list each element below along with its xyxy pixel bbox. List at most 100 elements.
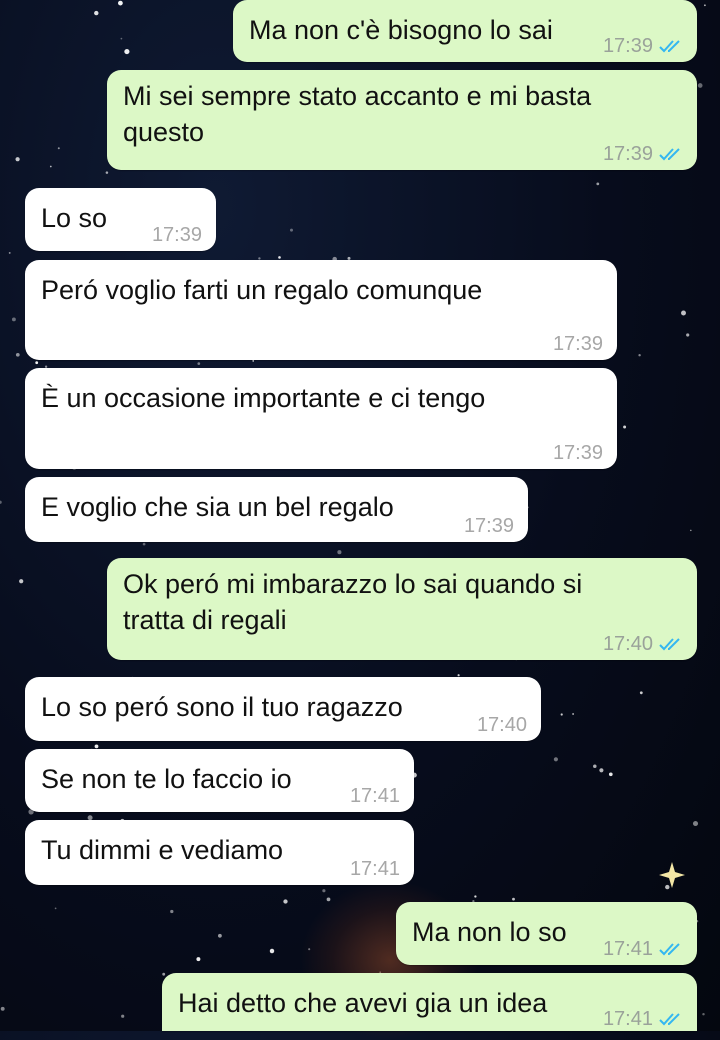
message-meta: 17:39 [603,36,683,56]
star [124,49,130,55]
star [639,691,643,695]
star [11,317,16,322]
star [623,425,627,429]
star [218,933,222,938]
incoming-message[interactable]: E voglio che sia un bel regalo 17:39 [25,477,528,542]
message-text: Ok peró mi imbarazzo lo sai quando si tr… [123,569,590,635]
star [118,0,123,6]
double-check-icon [659,943,680,956]
star [322,889,326,893]
double-check-icon [659,638,680,651]
message-meta: 17:41 [603,1009,683,1029]
star [290,228,293,232]
double-check-icon [659,1013,680,1026]
star [278,256,281,259]
star [599,768,604,773]
star [94,10,99,16]
star [120,37,123,40]
star [572,713,574,715]
outgoing-message[interactable]: Ma non lo so 17:41 [396,902,697,965]
star [704,4,706,7]
star [162,972,166,976]
star [457,674,460,677]
incoming-message[interactable]: È un occasione importante e ci tengo 17:… [25,368,617,469]
message-time: 17:39 [552,442,603,464]
sparkle [659,862,685,888]
star [49,165,52,168]
star [337,550,342,555]
star [690,529,692,532]
message-text: Tu dimmi e vediamo [41,835,284,865]
star [512,897,515,901]
star [665,884,670,890]
star [596,182,600,186]
message-text: Mi sei sempre stato accanto e mi basta q… [123,81,599,147]
message-text: È un occasione importante e ci tengo [41,383,486,413]
message-text: Lo so peró sono il tuo ragazzo [41,692,403,722]
message-time: 17:39 [463,515,514,537]
star [196,957,201,962]
star [608,772,613,777]
message-text: Peró voglio farti un regalo comunque [41,275,483,305]
star [35,361,39,365]
message-time: 17:41 [602,1008,653,1030]
star [57,147,60,150]
double-check-icon [659,40,680,53]
message-meta: 17:40 [603,634,683,654]
star [0,1006,5,1011]
star [197,362,201,365]
outgoing-message[interactable]: Ok peró mi imbarazzo lo sai quando si tr… [107,558,697,660]
star [54,907,57,910]
message-time: 17:40 [602,633,653,655]
double-check-icon [659,148,680,161]
star [686,333,690,337]
incoming-message[interactable]: Lo so 17:39 [25,188,216,251]
star [681,310,686,316]
star [19,579,24,584]
message-meta: 17:41 [603,939,683,959]
message-time: 17:41 [349,858,400,880]
star [269,948,275,954]
message-meta: 17:39 [603,144,683,164]
star [252,360,255,362]
incoming-message[interactable]: Lo so peró sono il tuo ragazzo 17:40 [25,677,541,741]
incoming-message[interactable]: Tu dimmi e vediamo 17:41 [25,820,414,885]
star [593,764,597,768]
message-meta: 17:39 [464,516,514,536]
star [15,157,20,162]
message-meta: 17:39 [553,443,603,463]
message-time: 17:39 [552,333,603,355]
star [638,354,641,357]
star [283,899,288,904]
star [170,909,174,914]
star [697,83,703,88]
outgoing-message[interactable]: Hai detto che avevi gia un idea 17:41 [162,973,697,1031]
message-meta: 17:41 [350,786,400,806]
star [702,1012,705,1016]
star [0,500,2,504]
message-time: 17:41 [602,938,653,960]
outgoing-message[interactable]: Ma non c'è bisogno lo sai 17:39 [233,0,697,62]
star [15,352,20,357]
star [560,713,563,716]
star [94,744,99,749]
message-meta: 17:39 [152,225,202,245]
incoming-message[interactable]: Peró voglio farti un regalo comunque 17:… [25,260,617,360]
message-time: 17:40 [476,714,527,736]
message-time: 17:39 [602,35,653,57]
message-meta: 17:39 [553,334,603,354]
message-time: 17:39 [602,143,653,165]
incoming-message[interactable]: Se non te lo faccio io 17:41 [25,749,414,812]
message-time: 17:39 [151,224,202,246]
star [553,757,558,762]
star [474,895,477,898]
star [692,820,699,827]
star [142,542,146,546]
outgoing-message[interactable]: Mi sei sempre stato accanto e mi basta q… [107,70,697,170]
star [105,171,109,174]
message-text: E voglio che sia un bel regalo [41,492,394,522]
star [8,251,11,254]
message-time: 17:41 [349,785,400,807]
message-meta: 17:40 [477,715,527,735]
message-meta: 17:41 [350,859,400,879]
